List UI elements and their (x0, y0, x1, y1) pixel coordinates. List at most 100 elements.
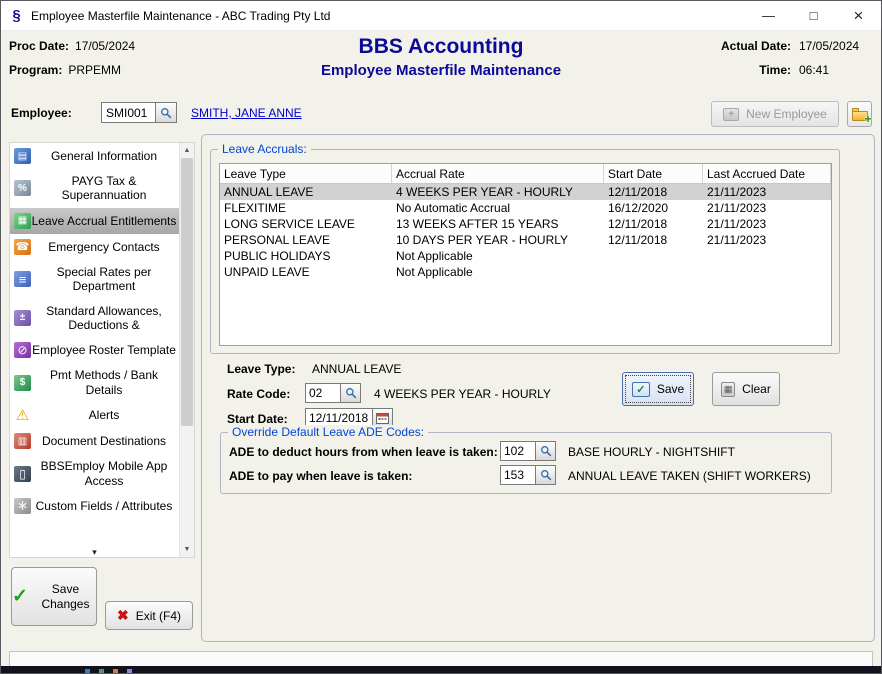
scrollbar-up-arrow-icon[interactable]: ▲ (180, 143, 194, 158)
special-rates-icon (14, 271, 31, 287)
sidebar-item-general-information[interactable]: General Information (10, 143, 179, 169)
check-icon: ✓ (12, 585, 28, 608)
pmt-methods-icon (14, 375, 31, 391)
ade-deduct-label: ADE to deduct hours from when leave is t… (229, 445, 498, 459)
save-icon (632, 382, 650, 397)
leave-type-label: Leave Type: (227, 362, 295, 376)
program-value: PRPEMM (68, 63, 121, 77)
sidebar-item-standard-allowances[interactable]: Standard Allowances, Deductions & (10, 299, 179, 338)
ade-pay-group (500, 465, 556, 485)
proc-date-value: 17/05/2024 (75, 39, 135, 53)
custom-fields-icon (14, 498, 31, 514)
start-date-label: Start Date: (227, 412, 288, 426)
ade-deduct-lookup-button[interactable] (536, 441, 556, 461)
sidebar-item-bbsemploy-mobile[interactable]: BBSEmploy Mobile App Access (10, 454, 179, 493)
open-folder-button[interactable]: + (847, 101, 872, 127)
program-label: Program: (9, 63, 62, 77)
close-button[interactable]: × (836, 1, 881, 31)
taskbar-sliver (1, 666, 881, 673)
standard-allowances-icon (14, 310, 31, 326)
rate-code-description: 4 WEEKS PER YEAR - HOURLY (374, 387, 551, 401)
new-employee-button[interactable]: + New Employee (711, 101, 839, 127)
leave-accruals-table: Leave Type Accrual Rate Start Date Last … (219, 163, 832, 346)
employee-label: Employee: (11, 106, 72, 120)
proc-date-label: Proc Date: (9, 39, 69, 53)
scrollbar-down-arrow-icon[interactable]: ▼ (180, 542, 194, 557)
search-icon (540, 445, 552, 457)
leave-accruals-group: Leave Accruals: Leave Type Accrual Rate … (210, 149, 840, 354)
actual-date-value: 17/05/2024 (799, 39, 871, 53)
new-employee-icon: + (723, 108, 739, 121)
save-changes-button[interactable]: ✓ Save Changes (11, 567, 97, 626)
header: Proc Date: 17/05/2024 Program: PRPEMM BBS … (1, 32, 881, 96)
leave-table-body: ANNUAL LEAVE 4 WEEKS PER YEAR - HOURLY 1… (220, 184, 831, 280)
sidebar-item-special-rates[interactable]: Special Rates per Department (10, 260, 179, 299)
rate-code-label: Rate Code: (227, 387, 290, 401)
title-bar: § Employee Masterfile Maintenance - ABC … (1, 1, 881, 31)
sidebar-scrollbar[interactable]: ▲ ▼ (179, 143, 194, 557)
payg-tax-icon (14, 180, 31, 196)
sidebar-item-pmt-methods[interactable]: Pmt Methods / Bank Details (10, 363, 179, 402)
save-button[interactable]: Save (622, 372, 694, 406)
actual-date-label: Actual Date: (721, 39, 791, 53)
ade-pay-label: ADE to pay when leave is taken: (229, 469, 412, 483)
rate-code-lookup-button[interactable] (341, 383, 361, 403)
emergency-contacts-icon (14, 239, 31, 255)
ade-deduct-description: BASE HOURLY - NIGHTSHIFT (568, 445, 735, 459)
page-title: Employee Masterfile Maintenance (201, 62, 681, 79)
general-information-icon (14, 148, 31, 164)
bbsemploy-mobile-icon (14, 466, 31, 482)
sidebar-item-employee-roster[interactable]: Employee Roster Template (10, 337, 179, 363)
scroll-more-indicator[interactable]: ▾ (10, 548, 179, 557)
clear-button-label: Clear (742, 382, 771, 396)
ade-pay-lookup-button[interactable] (536, 465, 556, 485)
close-x-icon: ✖ (117, 607, 129, 624)
employee-roster-icon (14, 342, 31, 358)
table-row[interactable]: ANNUAL LEAVE 4 WEEKS PER YEAR - HOURLY 1… (220, 184, 831, 200)
override-ade-group-title: Override Default Leave ADE Codes: (228, 425, 428, 439)
employee-lookup-button[interactable] (156, 102, 177, 123)
search-icon (345, 387, 357, 399)
save-button-label: Save (657, 382, 684, 396)
table-row[interactable]: LONG SERVICE LEAVE 13 WEEKS AFTER 15 YEA… (220, 216, 831, 232)
rate-code-input[interactable] (305, 383, 341, 403)
column-header-last-accrued-date: Last Accrued Date (703, 164, 831, 183)
table-row[interactable]: FLEXITIME No Automatic Accrual 16/12/202… (220, 200, 831, 216)
search-icon (160, 107, 172, 119)
app-icon: § (8, 7, 25, 24)
alerts-icon (14, 407, 31, 423)
header-right: Actual Date: 17/05/2024 Time: 06:41 (721, 39, 871, 77)
new-employee-label: New Employee (746, 107, 827, 121)
app-title: BBS Accounting (201, 35, 681, 59)
clear-button[interactable]: Clear (712, 372, 780, 406)
sidebar-item-alerts[interactable]: Alerts (10, 402, 179, 428)
clear-icon (721, 382, 735, 397)
taskbar-icon (85, 669, 90, 673)
time-value: 06:41 (799, 63, 871, 77)
save-changes-label: Save Changes (35, 582, 96, 612)
maximize-button[interactable]: □ (791, 1, 836, 31)
ade-pay-input[interactable] (500, 465, 536, 485)
employee-row: Employee: SMITH, JANE ANNE + New Employe… (1, 96, 881, 134)
table-row[interactable]: PUBLIC HOLIDAYS Not Applicable (220, 248, 831, 264)
leave-accruals-group-title: Leave Accruals: (218, 142, 311, 156)
employee-name-link[interactable]: SMITH, JANE ANNE (191, 106, 302, 120)
sidebar-item-document-destinations[interactable]: Document Destinations (10, 428, 179, 454)
sidebar-item-leave-accrual[interactable]: Leave Accrual Entitlements (10, 208, 179, 234)
ade-deduct-input[interactable] (500, 441, 536, 461)
minimize-button[interactable]: — (746, 1, 791, 31)
table-row[interactable]: UNPAID LEAVE Not Applicable (220, 264, 831, 280)
ade-deduct-group (500, 441, 556, 461)
table-row[interactable]: PERSONAL LEAVE 10 DAYS PER YEAR - HOURLY… (220, 232, 831, 248)
sidebar-item-emergency-contacts[interactable]: Emergency Contacts (10, 234, 179, 260)
exit-button[interactable]: ✖ Exit (F4) (105, 601, 193, 630)
sidebar-item-payg-tax[interactable]: PAYG Tax & Superannuation (10, 169, 179, 208)
column-header-start-date: Start Date (604, 164, 703, 183)
app-window: § Employee Masterfile Maintenance - ABC … (0, 0, 882, 674)
scrollbar-thumb[interactable] (181, 158, 193, 426)
employee-code-input[interactable] (101, 102, 156, 123)
sidebar-item-custom-fields[interactable]: Custom Fields / Attributes (10, 493, 179, 519)
document-destinations-icon (14, 433, 31, 449)
sidebar-nav: General Information PAYG Tax & Superannu… (10, 143, 179, 519)
folder-add-icon: + (852, 108, 868, 121)
